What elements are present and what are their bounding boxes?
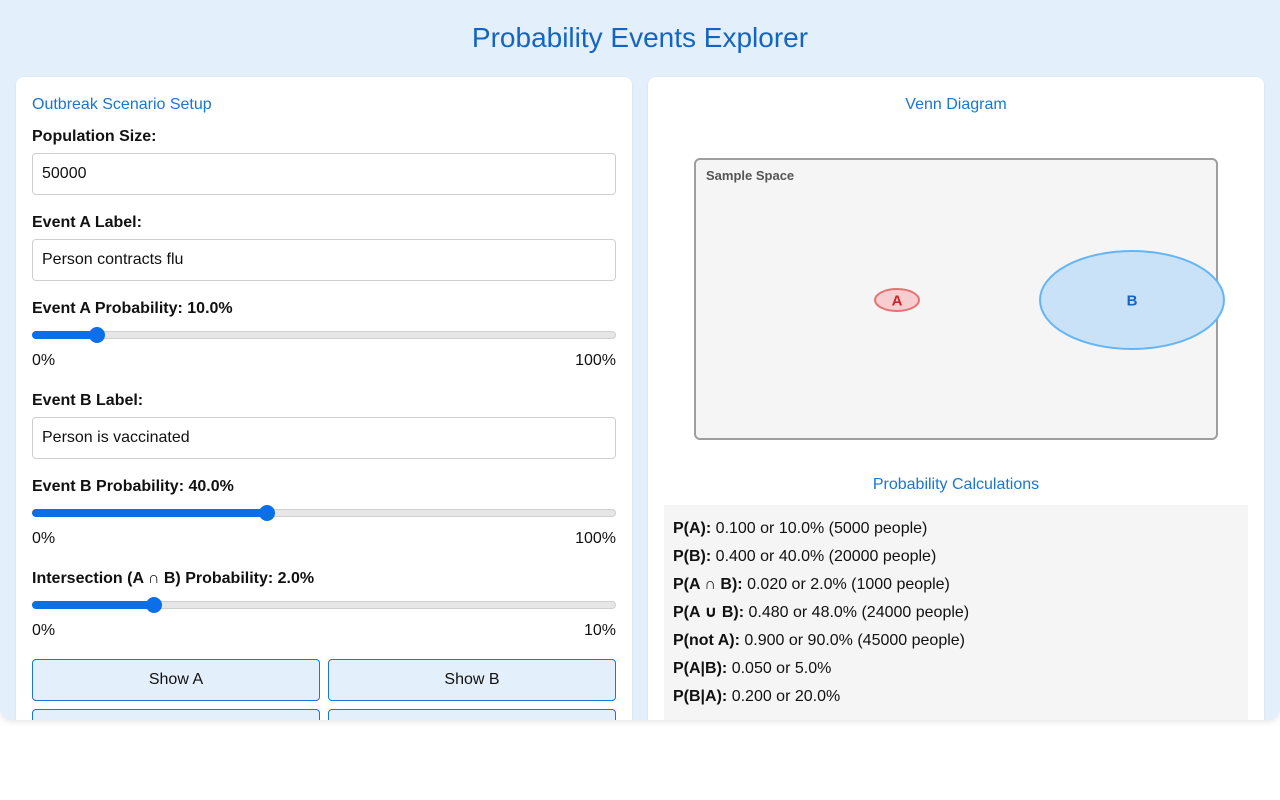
event-a-range-max: 100% <box>575 352 616 369</box>
calc-label: P(A ∪ B): <box>673 604 745 621</box>
event-a-label-title: Event A Label: <box>32 214 142 231</box>
event-a-probability-slider[interactable] <box>32 327 616 343</box>
intersection-probability-slider[interactable] <box>32 597 616 613</box>
calc-value: 0.900 or 90.0% (45000 people) <box>739 632 965 649</box>
calculations-section-title: Probability Calculations <box>872 476 1040 493</box>
population-size-label: Population Size: <box>32 128 157 145</box>
calc-row: P(B): 0.400 or 40.0% (20000 people) <box>673 543 1239 571</box>
intersection-range-min: 0% <box>32 622 56 639</box>
slider-fill <box>32 509 268 517</box>
slider-fill <box>32 331 97 339</box>
event-a-range-min: 0% <box>32 352 56 369</box>
intersection-range-max: 10% <box>583 622 616 639</box>
venn-section-title: Venn Diagram <box>905 96 1007 113</box>
calc-value: 0.100 or 10.0% (5000 people) <box>711 520 928 537</box>
show-a-button[interactable]: Show A <box>32 659 320 701</box>
event-a-circle-label: A <box>892 293 903 310</box>
calc-label: P(A ∩ B): <box>673 576 743 593</box>
calc-value: 0.480 or 48.0% (24000 people) <box>744 604 970 621</box>
action-button-4[interactable] <box>328 709 616 720</box>
event-b-probability-title: Event B Probability: 40.0% <box>32 478 234 495</box>
slider-fill <box>32 601 154 609</box>
population-size-input[interactable] <box>32 153 616 195</box>
calc-row: P(not A): 0.900 or 90.0% (45000 people) <box>673 627 1239 655</box>
intersection-probability-title: Intersection (A ∩ B) Probability: 2.0% <box>32 570 315 587</box>
calc-row: P(B|A): 0.200 or 20.0% <box>673 683 1239 711</box>
event-b-label-input[interactable] <box>32 417 616 459</box>
event-b-range-min: 0% <box>32 530 56 547</box>
event-b-range-max: 100% <box>575 530 616 547</box>
setup-section-title: Outbreak Scenario Setup <box>32 96 212 113</box>
slider-track <box>32 331 616 339</box>
visualization-panel: Venn Diagram Sample Space A B Probabilit… <box>648 77 1264 720</box>
calc-value: 0.050 or 5.0% <box>727 660 832 677</box>
event-b-circle-label: B <box>1127 293 1138 310</box>
calc-row: P(A|B): 0.050 or 5.0% <box>673 655 1239 683</box>
calc-row: P(A ∩ B): 0.020 or 2.0% (1000 people) <box>673 571 1239 599</box>
calc-value: 0.020 or 2.0% (1000 people) <box>742 576 950 593</box>
calc-label: P(B): <box>673 548 712 565</box>
show-b-button[interactable]: Show B <box>328 659 616 701</box>
calc-label: P(B|A): <box>673 688 728 705</box>
calc-row: P(A): 0.100 or 10.0% (5000 people) <box>673 515 1239 543</box>
calc-label: P(A): <box>673 520 712 537</box>
slider-thumb[interactable] <box>259 505 276 521</box>
calc-label: P(A|B): <box>673 660 728 677</box>
event-a-probability-title: Event A Probability: 10.0% <box>32 300 233 317</box>
event-a-label-input[interactable] <box>32 239 616 281</box>
calc-value: 0.400 or 40.0% (20000 people) <box>711 548 937 565</box>
venn-diagram: Sample Space A B <box>694 158 1225 440</box>
action-button-3[interactable] <box>32 709 320 720</box>
calculations-box: P(A): 0.100 or 10.0% (5000 people) P(B):… <box>664 505 1248 720</box>
slider-thumb[interactable] <box>88 327 105 343</box>
page-title: Probability Events Explorer <box>471 22 809 53</box>
app-window: Probability Events Explorer Outbreak Sce… <box>0 0 1280 720</box>
calc-row: P(A ∪ B): 0.480 or 48.0% (24000 people) <box>673 599 1239 627</box>
calc-value: 0.200 or 20.0% <box>727 688 841 705</box>
event-b-probability-slider[interactable] <box>32 505 616 521</box>
venn-svg: A B <box>874 250 1225 350</box>
slider-thumb[interactable] <box>145 597 162 613</box>
scenario-setup-panel: Outbreak Scenario Setup Population Size:… <box>16 77 632 720</box>
calc-label: P(not A): <box>673 632 740 649</box>
event-b-label-title: Event B Label: <box>32 392 144 409</box>
